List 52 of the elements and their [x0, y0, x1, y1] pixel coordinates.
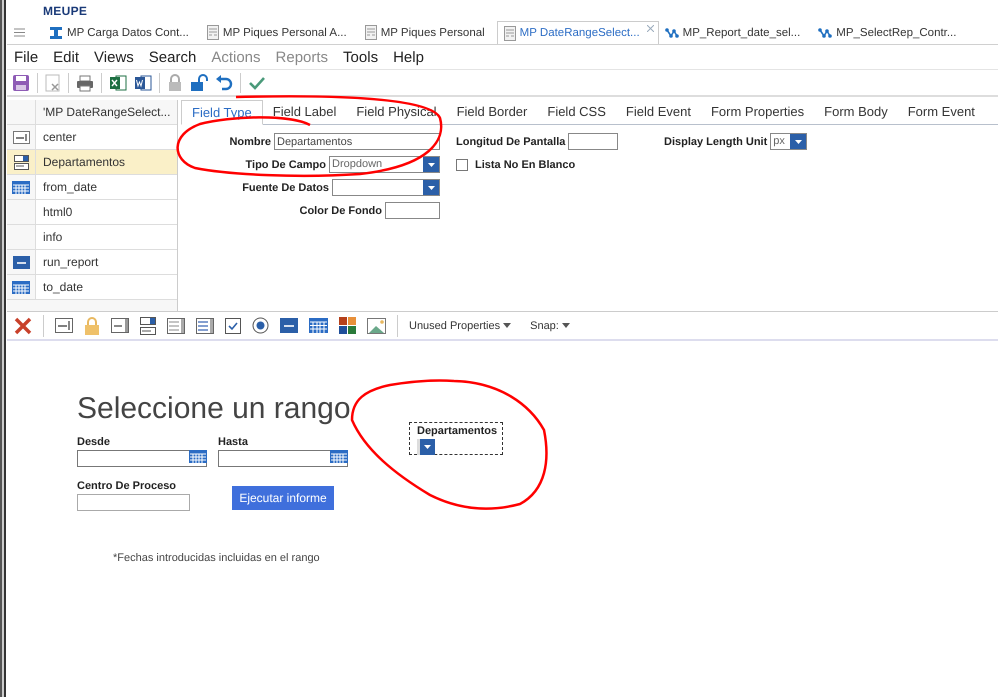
property-tab[interactable]: Form Event	[898, 100, 985, 124]
field-label: Lista No En Blanco	[475, 158, 576, 170]
menu-item[interactable]: Search	[148, 48, 196, 66]
field-label: Hasta	[218, 436, 249, 448]
field-name: from_date	[36, 175, 177, 199]
text-field[interactable]: Departamentos	[274, 133, 440, 150]
field-label: Desde	[77, 436, 112, 448]
property-tab[interactable]: Form Body	[814, 100, 898, 124]
field-name: run_report	[36, 250, 177, 274]
property-tab[interactable]: Field CSS	[537, 100, 616, 124]
field-list-row[interactable]: to_date	[7, 275, 177, 300]
field-label: Tipo De Campo	[246, 158, 326, 170]
dropdown-field[interactable]: Dropdown	[329, 156, 440, 173]
dropdown-field-box[interactable]: Departamentos	[409, 422, 503, 455]
menu-item[interactable]: Edit	[53, 48, 80, 66]
menu-item[interactable]: Views	[94, 48, 134, 66]
field-name: info	[36, 225, 177, 249]
document-tab[interactable]: MP_Report_date_sel...	[658, 21, 812, 44]
form-title: Seleccione un rango	[77, 392, 351, 426]
field-label: Display Length Unit	[664, 136, 768, 148]
note-text: *Fechas introducidas incluidas en el rango	[113, 552, 320, 564]
document-tab[interactable]: MP_SelectRep_Contr...	[812, 21, 968, 44]
document-tab[interactable]: MP DateRangeSelect...	[496, 21, 659, 44]
document-tab[interactable]: MP Carga Datos Cont...	[43, 21, 201, 44]
menu-item[interactable]: Tools	[343, 48, 378, 66]
field-list-row[interactable]: run_report	[7, 250, 177, 275]
field-label: Longitud De Pantalla	[456, 136, 566, 148]
property-tab[interactable]: Field Label	[262, 100, 346, 124]
property-tab[interactable]: Field Event	[616, 100, 701, 124]
field-list-row[interactable]: html0	[7, 200, 177, 225]
field-label: Color De Fondo	[300, 204, 382, 216]
field-list-row[interactable]: center	[7, 125, 177, 150]
company-logo-text: MEUPE	[43, 5, 88, 20]
field-name: to_date	[36, 275, 177, 299]
field-label: Nombre	[229, 136, 271, 148]
document-tab[interactable]: MP Piques Personal A...	[200, 21, 359, 44]
property-tab[interactable]: Field Border	[446, 100, 538, 124]
field-label: Centro De Proceso	[77, 480, 178, 492]
snap-dropdown[interactable]: Snap:	[530, 320, 570, 332]
field-name: html0	[36, 200, 177, 224]
unused-properties-dropdown[interactable]: Unused Properties	[409, 320, 512, 332]
menu-item[interactable]: Help	[393, 48, 424, 66]
field-list-row[interactable]: info	[7, 225, 177, 250]
run-report-button[interactable]: Ejecutar informe	[232, 486, 334, 510]
field-list-row[interactable]: Departamentos	[7, 150, 177, 175]
document-tab[interactable]: MP Piques Personal	[358, 21, 497, 44]
property-tab[interactable]: Form Properties	[700, 100, 814, 124]
field-name: center	[36, 125, 177, 149]
field-list-row[interactable]: from_date	[7, 175, 177, 200]
field-label: Fuente De Datos	[242, 182, 329, 194]
dropdown-field[interactable]: px	[770, 133, 808, 150]
menu-item[interactable]: File	[14, 48, 38, 66]
